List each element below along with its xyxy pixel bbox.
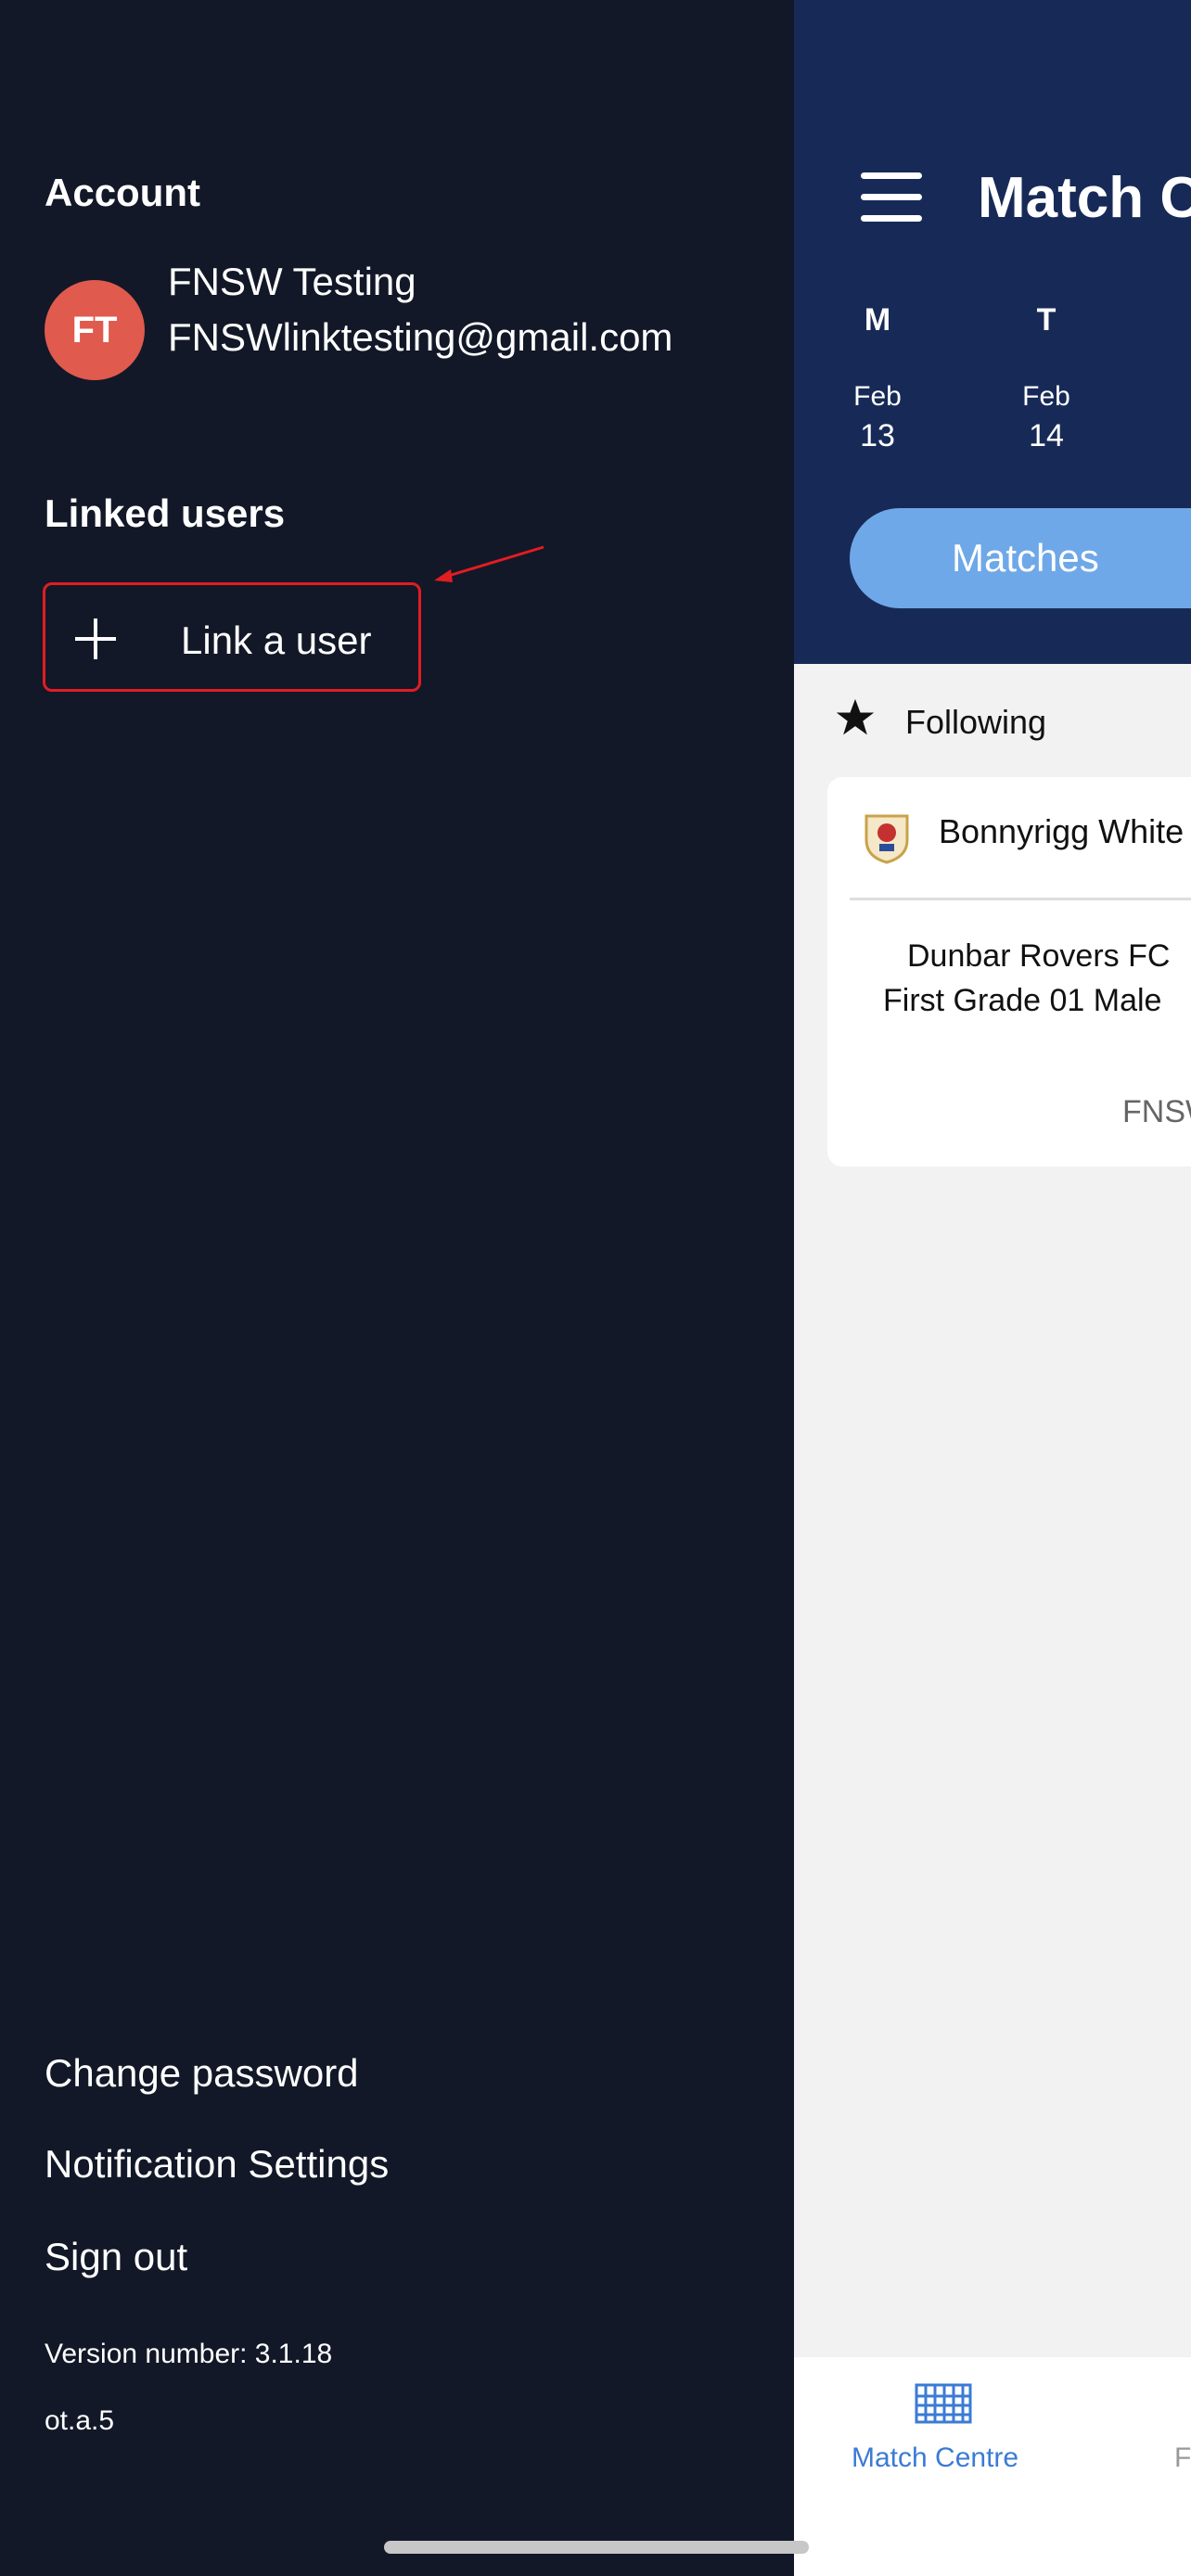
tab-match-centre[interactable]: Match Centre xyxy=(852,2442,1018,2474)
day-month: Feb xyxy=(1022,381,1070,412)
competition-name: First Grade 01 Male xyxy=(883,983,1162,1018)
day-letter: T xyxy=(1036,302,1057,338)
home-indicator xyxy=(384,2541,809,2554)
matches-tab-label: Matches xyxy=(952,536,1099,580)
day-month: Feb xyxy=(853,381,902,412)
following-label: Following xyxy=(905,703,1047,741)
card-footer-text: FNSW xyxy=(1122,1094,1191,1129)
team-name: Bonnyrigg White xyxy=(939,812,1185,850)
day-date: 14 xyxy=(1029,418,1064,453)
navigation-drawer: Account FT FNSW Testing FNSWlinktesting@… xyxy=(0,0,794,2576)
link-a-user-button[interactable]: Link a user xyxy=(43,582,421,692)
annotation-arrow-icon xyxy=(434,545,544,582)
version-number: Version number: 3.1.18 xyxy=(45,2339,333,2369)
avatar: FT xyxy=(45,280,145,380)
day-date: 13 xyxy=(860,418,895,453)
bottom-tab-bar: Match Centre F xyxy=(794,2357,1191,2576)
linked-users-heading: Linked users xyxy=(45,491,286,535)
change-password-link[interactable]: Change password xyxy=(45,2051,359,2096)
hamburger-menu-icon[interactable] xyxy=(861,172,922,223)
user-email: FNSWlinktesting@gmail.com xyxy=(168,315,673,359)
calendar-day[interactable]: M Feb 13 xyxy=(831,302,924,454)
club-crest-icon xyxy=(864,814,909,864)
link-a-user-label: Link a user xyxy=(181,618,372,662)
opponent-name: Dunbar Rovers FC xyxy=(907,938,1171,974)
sign-out-link[interactable]: Sign out xyxy=(45,2235,187,2279)
page-title: Match C xyxy=(978,166,1191,230)
plus-icon xyxy=(75,618,116,659)
account-heading: Account xyxy=(45,171,200,214)
tab-second[interactable]: F xyxy=(1174,2442,1191,2474)
card-divider xyxy=(850,898,1191,900)
build-number: ot.a.5 xyxy=(45,2405,115,2436)
notification-settings-link[interactable]: Notification Settings xyxy=(45,2142,389,2187)
star-icon xyxy=(836,698,875,735)
match-centre-page: Match C M Feb 13 T Feb 14 Matches Follow… xyxy=(794,0,1191,2576)
matches-tab-button[interactable]: Matches xyxy=(850,508,1191,608)
day-letter: M xyxy=(864,302,891,338)
calendar-grid-icon[interactable] xyxy=(915,2383,972,2424)
user-name: FNSW Testing xyxy=(168,260,416,303)
calendar-day[interactable]: T Feb 14 xyxy=(1000,302,1093,454)
match-card[interactable]: Bonnyrigg White Dunbar Rovers FC First G… xyxy=(827,777,1191,1167)
page-header: Match C M Feb 13 T Feb 14 Matches xyxy=(794,0,1191,664)
